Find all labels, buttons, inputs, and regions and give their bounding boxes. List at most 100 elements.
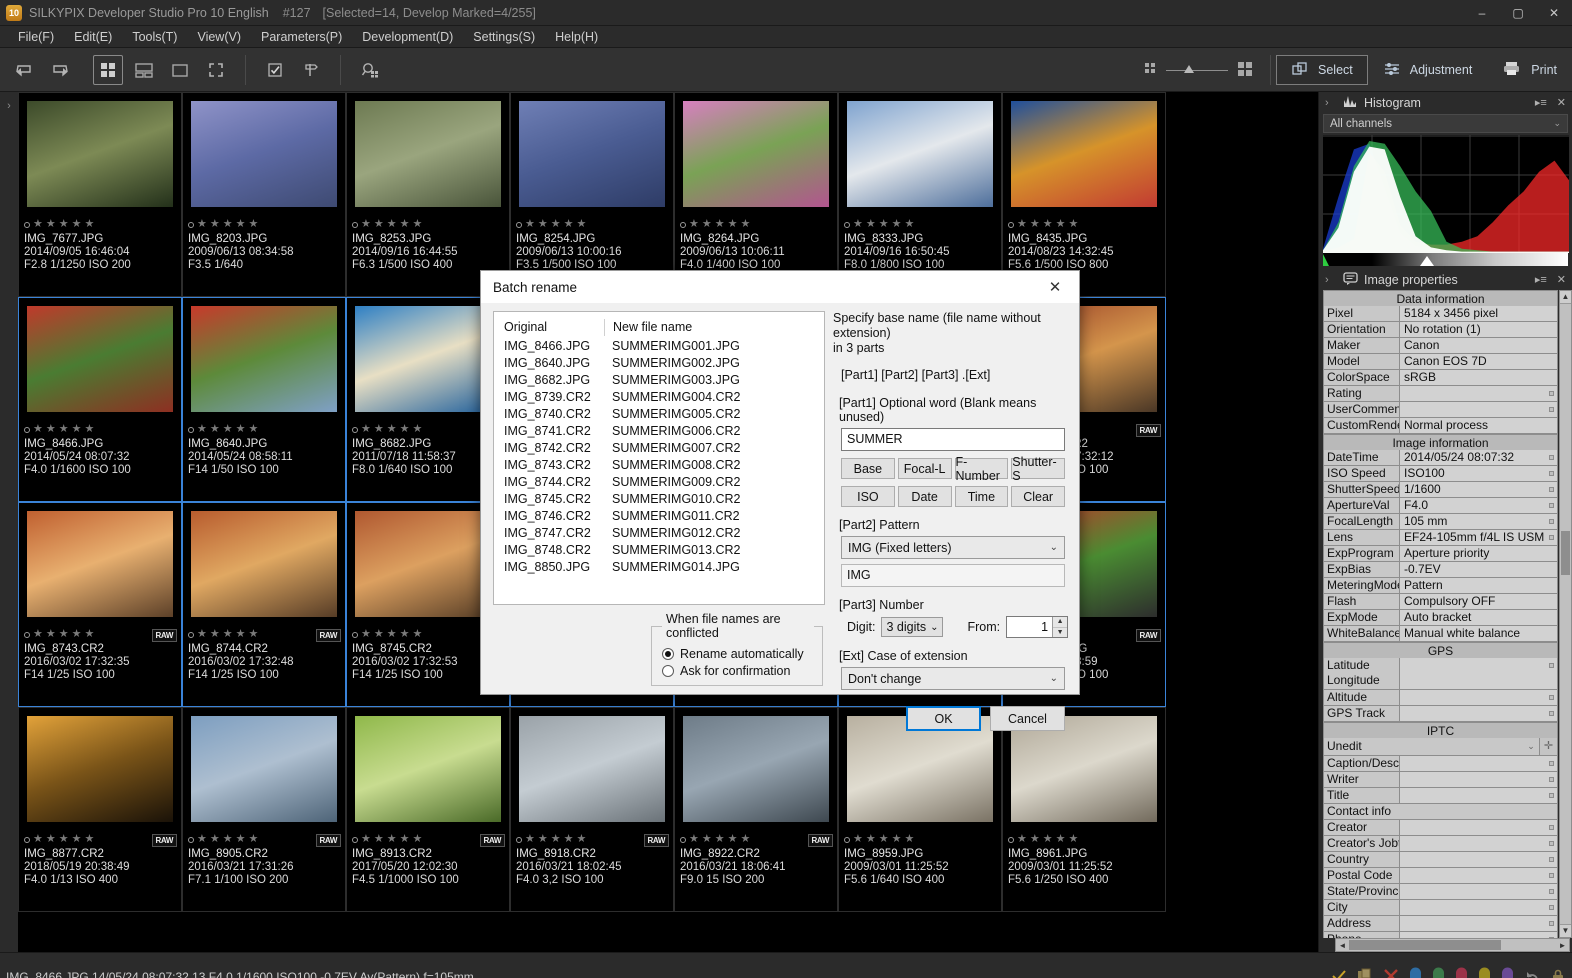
scroll-up-arrow-icon[interactable]: ▲ <box>1560 291 1571 304</box>
star-icon[interactable]: ★ <box>879 219 889 230</box>
rename-list-row[interactable]: IMG_8746.CR2 SUMMERIMG011.CR2 <box>494 508 824 525</box>
star-icon[interactable]: ★ <box>538 219 548 230</box>
star-icon[interactable]: ★ <box>387 834 397 845</box>
menu-view[interactable]: View(V) <box>187 28 251 46</box>
property-edit-marker[interactable] <box>1549 519 1554 524</box>
thumbnail-image[interactable] <box>675 93 837 215</box>
thumbnail-cell[interactable]: RAW ★ ★ ★ ★ ★ IMG_8905.CR2 2016/03/21 17:31:26 F… <box>182 707 346 912</box>
star-icon[interactable]: ★ <box>1030 834 1040 845</box>
property-edit-marker[interactable] <box>1549 921 1554 926</box>
back-arrow-icon[interactable] <box>9 55 39 85</box>
thumbnail-cell[interactable]: ★ ★ ★ ★ ★ IMG_8640.JPG 2014/05/24 08:58:11 F14 … <box>182 297 346 502</box>
from-number-stepper[interactable]: 1 ▲ ▼ <box>1006 616 1069 638</box>
chevron-right-icon-2[interactable]: › <box>1325 274 1337 286</box>
star-icon[interactable]: ★ <box>577 834 587 845</box>
time-button[interactable]: Time <box>954 486 1009 507</box>
star-icon[interactable]: ★ <box>85 424 95 435</box>
focal-length-button[interactable]: Focal-L <box>897 458 952 479</box>
large-grid-icon[interactable] <box>1237 61 1253 80</box>
mark-dot-icon[interactable] <box>188 426 194 433</box>
star-icon[interactable]: ★ <box>197 424 207 435</box>
f-number-button[interactable]: F-Number <box>954 455 1009 483</box>
star-icon[interactable]: ★ <box>249 629 259 640</box>
star-icon[interactable]: ★ <box>361 834 371 845</box>
tag-blue-icon[interactable] <box>1409 967 1422 978</box>
mark-dot-icon[interactable] <box>844 836 850 843</box>
star-icon[interactable]: ★ <box>197 219 207 230</box>
mark-dot-icon[interactable] <box>1008 221 1014 228</box>
rating-stars[interactable]: ★★★★★ <box>188 423 341 436</box>
star-icon[interactable]: ★ <box>905 219 915 230</box>
star-icon[interactable]: ★ <box>85 219 95 230</box>
star-icon[interactable]: ★ <box>46 834 56 845</box>
star-icon[interactable]: ★ <box>689 219 699 230</box>
date-button[interactable]: Date <box>897 486 952 507</box>
radio-auto-icon[interactable] <box>662 648 674 660</box>
scrollbar-thumb[interactable] <box>1561 531 1570 575</box>
star-icon[interactable]: ★ <box>413 219 423 230</box>
star-icon[interactable]: ★ <box>892 219 902 230</box>
star-icon[interactable]: ★ <box>879 834 889 845</box>
thumbnail-image[interactable] <box>183 708 345 830</box>
digit-select[interactable]: 3 digits ⌄ <box>881 617 944 637</box>
star-icon[interactable]: ★ <box>59 629 69 640</box>
rating-stars[interactable]: ★★★★★ <box>1008 833 1161 846</box>
property-edit-marker[interactable] <box>1549 663 1554 668</box>
radio-rename-automatically[interactable]: Rename automatically <box>662 647 814 661</box>
mode-select-button[interactable]: Select <box>1276 55 1368 85</box>
star-icon[interactable]: ★ <box>374 629 384 640</box>
property-edit-marker[interactable] <box>1549 889 1554 894</box>
properties-hscrollbar[interactable]: ◄ ► <box>1335 938 1570 952</box>
star-icon[interactable]: ★ <box>72 219 82 230</box>
rating-stars[interactable]: ★★★★★ <box>1008 218 1161 231</box>
histogram-panel-header[interactable]: › Histogram ▸≡ ✕ <box>1319 92 1572 113</box>
property-edit-marker[interactable] <box>1549 407 1554 412</box>
panel-menu-icon[interactable]: ▸≡ <box>1535 96 1547 109</box>
part2-input[interactable]: IMG <box>841 564 1065 587</box>
star-icon[interactable]: ★ <box>374 424 384 435</box>
star-icon[interactable]: ★ <box>1056 834 1066 845</box>
tag-green-icon[interactable] <box>1432 967 1445 978</box>
thumbnail-cell[interactable]: ★ ★ ★ ★ ★ IMG_8253.JPG 2014/09/16 16:44:55 F6.3… <box>346 92 510 297</box>
star-icon[interactable]: ★ <box>400 629 410 640</box>
star-icon[interactable]: ★ <box>551 834 561 845</box>
mark-dot-icon[interactable] <box>516 221 522 228</box>
star-icon[interactable]: ★ <box>866 219 876 230</box>
star-icon[interactable]: ★ <box>400 424 410 435</box>
rename-list-row[interactable]: IMG_8640.JPG SUMMERIMG002.JPG <box>494 355 824 372</box>
rename-list-row[interactable]: IMG_8741.CR2 SUMMERIMG006.CR2 <box>494 423 824 440</box>
star-icon[interactable]: ★ <box>210 424 220 435</box>
star-icon[interactable]: ★ <box>33 424 43 435</box>
part1-input[interactable]: SUMMER <box>841 428 1065 451</box>
properties-scrollbar[interactable]: ▲ ▼ <box>1559 290 1572 938</box>
thumbnail-cell[interactable]: ★ ★ ★ ★ ★ IMG_8333.JPG 2014/09/16 16:50:45 F8.0… <box>838 92 1002 297</box>
scroll-left-arrow-icon[interactable]: ◄ <box>1336 941 1349 950</box>
star-icon[interactable]: ★ <box>413 834 423 845</box>
mode-print-button[interactable]: Print <box>1487 55 1572 85</box>
rename-list-row[interactable]: IMG_8466.JPG SUMMERIMG001.JPG <box>494 338 824 355</box>
search-thumbnails-icon[interactable] <box>355 55 385 85</box>
mark-dot-icon[interactable] <box>188 631 194 638</box>
mark-dot-icon[interactable] <box>24 631 30 638</box>
thumbnail-cell[interactable]: ★ ★ ★ ★ ★ IMG_7677.JPG 2014/09/05 16:46:04 F2.8… <box>18 92 182 297</box>
star-icon[interactable]: ★ <box>387 629 397 640</box>
minimize-button[interactable]: – <box>1464 0 1500 26</box>
shutter-speed-button[interactable]: Shutter-S <box>1011 455 1065 483</box>
star-icon[interactable]: ★ <box>400 219 410 230</box>
iptc-add-button[interactable]: ✛ <box>1539 738 1557 755</box>
rating-stars[interactable]: ★★★★★ <box>24 218 177 231</box>
thumbnail-cell[interactable]: ★ ★ ★ ★ ★ IMG_8254.JPG 2009/06/13 10:00:16 F3.5… <box>510 92 674 297</box>
star-icon[interactable]: ★ <box>46 219 56 230</box>
star-icon[interactable]: ★ <box>33 834 43 845</box>
chevron-right-icon[interactable]: › <box>1325 97 1337 109</box>
property-edit-marker[interactable] <box>1549 535 1554 540</box>
star-icon[interactable]: ★ <box>715 219 725 230</box>
star-icon[interactable]: ★ <box>853 834 863 845</box>
signpost-icon[interactable] <box>296 55 326 85</box>
ok-button[interactable]: OK <box>906 706 981 731</box>
scroll-right-arrow-icon[interactable]: ► <box>1556 941 1569 950</box>
star-icon[interactable]: ★ <box>33 629 43 640</box>
thumbnail-cell[interactable]: RAW ★ ★ ★ ★ ★ IMG_8922.CR2 2016/03/21 18:06:41 F… <box>674 707 838 912</box>
star-icon[interactable]: ★ <box>197 629 207 640</box>
rating-stars[interactable]: ★★★★★ <box>844 833 997 846</box>
